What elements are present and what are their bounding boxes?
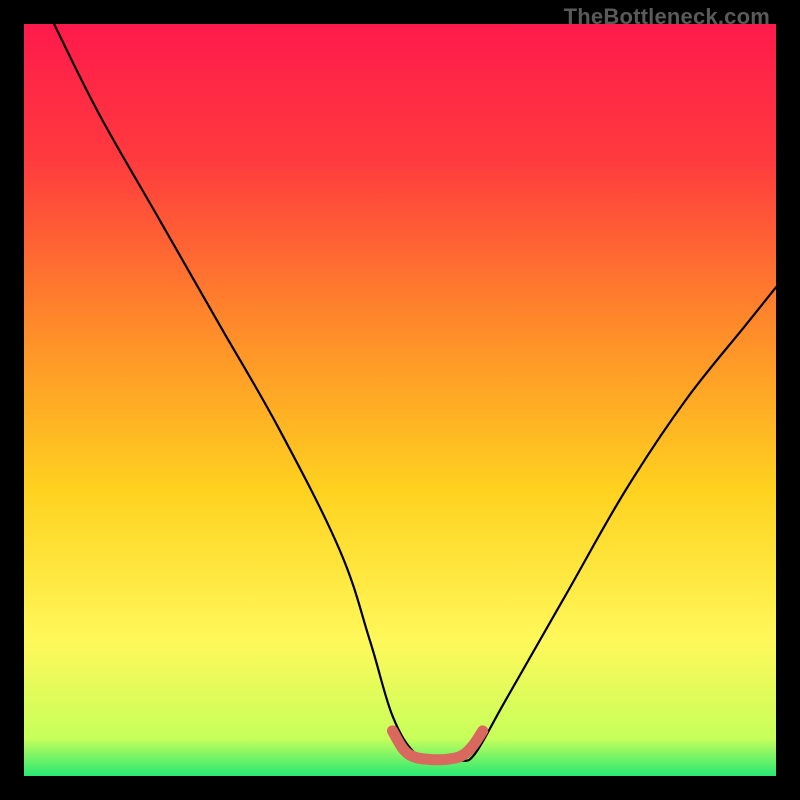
bottleneck-chart [24,24,776,776]
watermark-text: TheBottleneck.com [564,4,770,30]
chart-background [24,24,776,776]
